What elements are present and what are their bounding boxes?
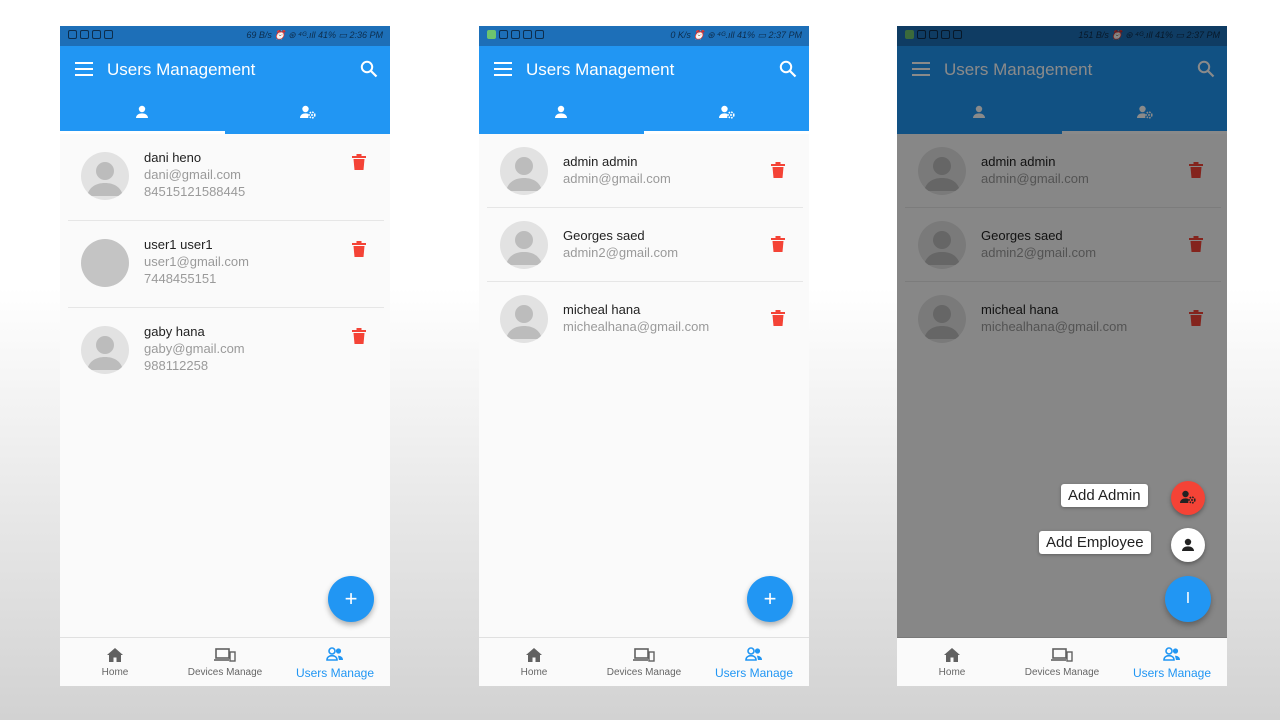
devices-icon bbox=[1051, 648, 1073, 662]
tab-employees[interactable] bbox=[60, 102, 225, 134]
user-name: gaby hana bbox=[144, 324, 205, 339]
list-item[interactable]: gaby hana gaby@gmail.com 988112258 bbox=[60, 308, 390, 395]
home-icon bbox=[107, 648, 123, 662]
delete-icon[interactable] bbox=[352, 154, 366, 170]
nav-devices[interactable]: Devices Manage bbox=[170, 638, 280, 686]
avatar bbox=[500, 221, 548, 269]
nav-home[interactable]: Home bbox=[897, 638, 1007, 686]
add-admin-button[interactable] bbox=[1171, 481, 1205, 515]
tab-admins[interactable] bbox=[225, 102, 390, 134]
page-title: Users Management bbox=[107, 60, 256, 79]
user-name: admin admin bbox=[563, 154, 638, 169]
nav-devices[interactable]: Devices Manage bbox=[1007, 638, 1117, 686]
user-email: admin2@gmail.com bbox=[563, 245, 679, 260]
users-icon bbox=[326, 647, 343, 661]
phone-screen-admins: 0 K/s ⏰ ⊛ ⁴ᴳ.ıll 41% ▭ 2:37 PM Users Man… bbox=[479, 26, 809, 686]
home-icon bbox=[526, 648, 542, 662]
avatar bbox=[500, 147, 548, 195]
devices-icon bbox=[633, 648, 655, 662]
status-text: 69 B/s ⏰ ⊛ ⁴ᴳ.ıll 41% ▭ 2:36 PM bbox=[246, 30, 383, 40]
nav-label: Devices Manage bbox=[187, 667, 263, 678]
person-icon bbox=[555, 105, 567, 118]
admin-settings-icon bbox=[719, 105, 735, 119]
users-icon bbox=[1163, 647, 1180, 661]
delete-icon[interactable] bbox=[771, 310, 785, 326]
nav-home[interactable]: Home bbox=[479, 638, 589, 686]
user-name: user1 user1 bbox=[144, 237, 213, 252]
person-icon bbox=[1182, 538, 1194, 551]
search-icon[interactable] bbox=[779, 60, 797, 78]
delete-icon[interactable] bbox=[352, 241, 366, 257]
bottom-nav: Home Devices Manage Users Manage bbox=[60, 637, 390, 686]
add-admin-label[interactable]: Add Admin bbox=[1061, 484, 1148, 507]
user-email: user1@gmail.com bbox=[144, 254, 249, 269]
status-icons bbox=[487, 30, 544, 39]
user-name: micheal hana bbox=[563, 302, 641, 317]
add-button[interactable]: + bbox=[747, 576, 793, 622]
user-phone: 84515121588445 bbox=[144, 184, 246, 199]
user-email: michealhana@gmail.com bbox=[563, 319, 710, 334]
search-icon[interactable] bbox=[360, 60, 378, 78]
user-name: Georges saed bbox=[563, 228, 645, 243]
nav-label: Users Manage bbox=[714, 666, 794, 680]
add-employee-button[interactable] bbox=[1171, 528, 1205, 562]
list-item[interactable]: Georges saed admin2@gmail.com bbox=[479, 208, 809, 282]
nav-home[interactable]: Home bbox=[60, 638, 170, 686]
user-phone: 7448455151 bbox=[144, 271, 217, 286]
close-speed-dial-button[interactable]: I bbox=[1165, 576, 1211, 622]
list-item[interactable]: admin admin admin@gmail.com bbox=[479, 134, 809, 208]
add-employee-label[interactable]: Add Employee bbox=[1039, 531, 1151, 554]
person-icon bbox=[136, 105, 148, 118]
nav-label: Devices Manage bbox=[1024, 667, 1100, 678]
list-item[interactable]: dani heno dani@gmail.com 84515121588445 bbox=[60, 134, 390, 221]
app-bar: Users Management bbox=[479, 46, 809, 134]
delete-icon[interactable] bbox=[771, 162, 785, 178]
add-button[interactable]: + bbox=[328, 576, 374, 622]
nav-users[interactable]: Users Manage bbox=[1117, 638, 1227, 686]
nav-users[interactable]: Users Manage bbox=[699, 638, 809, 686]
nav-label: Home bbox=[520, 667, 548, 678]
bottom-nav: Home Devices Manage Users Manage bbox=[897, 637, 1227, 686]
nav-label: Users Manage bbox=[295, 666, 375, 680]
devices-icon bbox=[214, 648, 236, 662]
status-icons bbox=[68, 30, 113, 39]
tab-admins[interactable] bbox=[644, 102, 809, 134]
nav-label: Home bbox=[101, 667, 129, 678]
home-icon bbox=[944, 648, 960, 662]
nav-users[interactable]: Users Manage bbox=[280, 638, 390, 686]
status-bar: 0 K/s ⏰ ⊛ ⁴ᴳ.ıll 41% ▭ 2:37 PM bbox=[479, 26, 809, 46]
phone-screen-speed-dial: 151 B/s ⏰ ⊛ ⁴ᴳ.ıll 41% ▭ 2:37 PM Users M… bbox=[897, 26, 1227, 686]
status-text: 0 K/s ⏰ ⊛ ⁴ᴳ.ıll 41% ▭ 2:37 PM bbox=[670, 30, 802, 40]
nav-label: Users Manage bbox=[1132, 666, 1212, 680]
nav-label: Devices Manage bbox=[606, 667, 682, 678]
admin-settings-icon bbox=[300, 105, 316, 119]
users-icon bbox=[745, 647, 762, 661]
delete-icon[interactable] bbox=[352, 328, 366, 344]
avatar bbox=[81, 326, 129, 374]
avatar bbox=[81, 239, 129, 287]
menu-icon[interactable] bbox=[75, 62, 93, 76]
user-phone: 988112258 bbox=[144, 358, 209, 373]
bottom-nav: Home Devices Manage Users Manage bbox=[479, 637, 809, 686]
nav-label: Home bbox=[938, 667, 966, 678]
list-item[interactable]: user1 user1 user1@gmail.com 7448455151 bbox=[60, 221, 390, 308]
user-email: dani@gmail.com bbox=[144, 167, 242, 182]
user-name: dani heno bbox=[144, 150, 202, 165]
user-email: gaby@gmail.com bbox=[144, 341, 245, 356]
page-title: Users Management bbox=[526, 60, 675, 79]
avatar bbox=[81, 152, 129, 200]
menu-icon[interactable] bbox=[494, 62, 512, 76]
tab-employees[interactable] bbox=[479, 102, 644, 134]
admin-settings-icon bbox=[1180, 490, 1196, 504]
user-email: admin@gmail.com bbox=[563, 171, 671, 186]
avatar bbox=[500, 295, 548, 343]
phone-screen-employees: 69 B/s ⏰ ⊛ ⁴ᴳ.ıll 41% ▭ 2:36 PM Users Ma… bbox=[60, 26, 390, 686]
delete-icon[interactable] bbox=[771, 236, 785, 252]
nav-devices[interactable]: Devices Manage bbox=[589, 638, 699, 686]
status-bar: 69 B/s ⏰ ⊛ ⁴ᴳ.ıll 41% ▭ 2:36 PM bbox=[60, 26, 390, 46]
app-bar: Users Management bbox=[60, 46, 390, 134]
list-item[interactable]: micheal hana michealhana@gmail.com bbox=[479, 282, 809, 356]
user-list: dani heno dani@gmail.com 84515121588445 … bbox=[60, 134, 390, 395]
admin-list: admin admin admin@gmail.com Georges saed… bbox=[479, 134, 809, 356]
